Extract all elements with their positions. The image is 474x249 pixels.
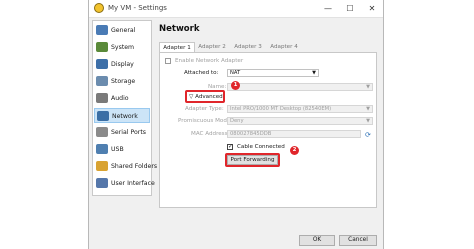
ok-button[interactable]: OK: [299, 235, 335, 246]
sidebar-item-shared-folders[interactable]: Shared Folders: [94, 159, 157, 174]
cable-connected-checkbox[interactable]: [227, 143, 233, 150]
mac-address-label: MAC Address:: [191, 131, 230, 137]
page-title: Network: [159, 24, 200, 34]
enable-adapter-checkbox[interactable]: [165, 58, 171, 64]
sidebar-item-label: Storage: [111, 78, 136, 85]
sidebar-item-label: General: [111, 27, 136, 34]
storage-icon: [96, 76, 108, 86]
sidebar-item-storage[interactable]: Storage: [94, 74, 150, 89]
sidebar-item-label: Network: [112, 113, 138, 120]
adapter-type-select[interactable]: Intel PRO/1000 MT Desktop (82540EM) ▼: [227, 105, 373, 113]
usb-icon: [96, 144, 108, 154]
title-bar: My VM - Settings — ☐ ✕: [89, 0, 383, 18]
sidebar-item-serial-ports[interactable]: Serial Ports: [94, 125, 150, 140]
advanced-label: Advanced: [195, 94, 223, 100]
display-icon: [96, 59, 108, 69]
callout-badge-2: 2: [290, 146, 299, 155]
system-icon: [96, 42, 108, 52]
sidebar-item-label: Display: [111, 61, 134, 68]
port-forwarding-button[interactable]: Port Forwarding: [227, 155, 278, 165]
callout-badge-1: 1: [231, 81, 240, 90]
chevron-down-icon: ▼: [366, 118, 370, 124]
promiscuous-mode-select[interactable]: Deny ▼: [227, 117, 373, 125]
sidebar-item-label: Shared Folders: [111, 163, 158, 170]
tab-adapter-3[interactable]: Adapter 3: [231, 42, 265, 52]
settings-window: My VM - Settings — ☐ ✕ General System Di…: [88, 0, 384, 249]
maximize-button[interactable]: ☐: [339, 0, 361, 17]
sidebar-item-audio[interactable]: Audio: [94, 91, 150, 106]
window-title: My VM - Settings: [108, 4, 167, 12]
sidebar-item-network[interactable]: Network: [94, 108, 150, 123]
close-button[interactable]: ✕: [361, 0, 383, 17]
attached-to-select[interactable]: NAT ▼: [227, 69, 319, 77]
name-select[interactable]: ▼: [227, 83, 373, 91]
user-interface-icon: [96, 178, 108, 188]
sidebar-item-display[interactable]: Display: [94, 57, 150, 72]
cable-connected-label: Cable Connected: [237, 144, 285, 150]
serial-ports-icon: [96, 127, 108, 137]
promiscuous-mode-label: Promiscuous Mode:: [178, 118, 233, 124]
advanced-expander[interactable]: ▽ Advanced: [189, 94, 223, 100]
refresh-mac-icon[interactable]: ⟳: [365, 131, 371, 139]
sidebar-item-label: System: [111, 44, 135, 51]
sidebar-item-label: Audio: [111, 95, 129, 102]
sidebar-item-label: User Interface: [111, 180, 155, 187]
virtualbox-app-icon: [94, 3, 104, 13]
sidebar-item-general[interactable]: General: [94, 23, 150, 38]
sidebar-item-user-interface[interactable]: User Interface: [94, 176, 155, 191]
chevron-down-icon: ▼: [312, 70, 316, 76]
mac-address-value: 080027845DDB: [230, 131, 272, 137]
sidebar-item-system[interactable]: System: [94, 40, 150, 55]
minimize-button[interactable]: —: [317, 0, 339, 17]
settings-sidebar: General System Display Storage Audio Net…: [92, 20, 157, 196]
sidebar-item-label: USB: [111, 146, 124, 153]
cancel-button[interactable]: Cancel: [339, 235, 377, 246]
chevron-down-icon: ▼: [366, 84, 370, 90]
network-icon: [97, 111, 109, 121]
sidebar-item-usb[interactable]: USB: [94, 142, 150, 157]
chevron-down-icon: ▼: [366, 106, 370, 112]
enable-adapter-label: Enable Network Adapter: [175, 58, 244, 64]
attached-to-label: Attached to:: [184, 70, 219, 76]
tab-adapter-2[interactable]: Adapter 2: [195, 42, 229, 52]
shared-folders-icon: [96, 161, 108, 171]
adapter-type-value: Intel PRO/1000 MT Desktop (82540EM): [230, 106, 332, 112]
adapter-type-label: Adapter Type:: [185, 106, 224, 112]
tab-adapter-4[interactable]: Adapter 4: [267, 42, 301, 52]
promiscuous-mode-value: Deny: [230, 118, 244, 124]
audio-icon: [96, 93, 108, 103]
mac-address-field[interactable]: 080027845DDB: [227, 130, 361, 138]
sidebar-item-label: Serial Ports: [111, 129, 146, 136]
attached-to-value: NAT: [230, 70, 241, 76]
general-icon: [96, 25, 108, 35]
